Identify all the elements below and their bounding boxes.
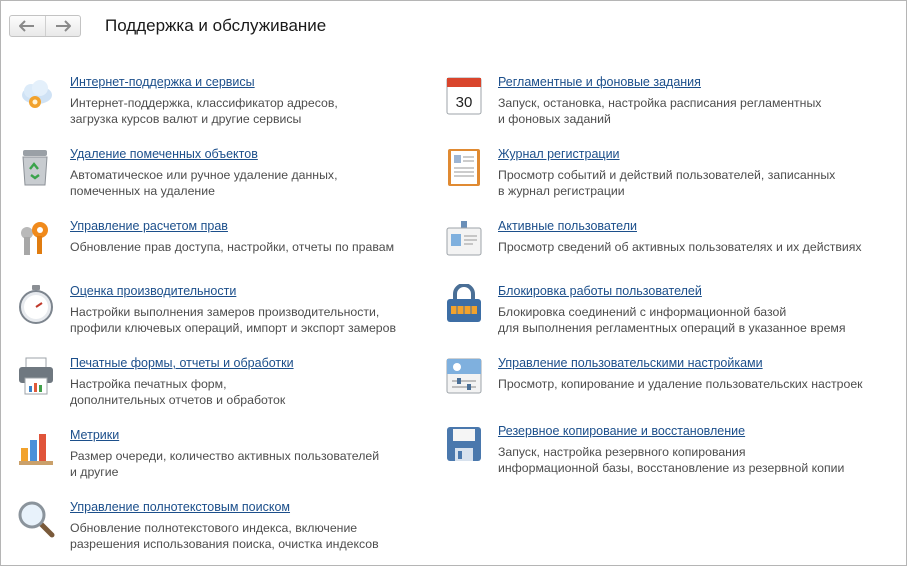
arrow-right-icon (55, 20, 71, 32)
back-button[interactable] (10, 16, 45, 36)
printer-icon (17, 356, 57, 396)
description: Автоматическое или ручное удаление данны… (70, 168, 338, 198)
user-settings-icon (445, 356, 485, 396)
link-active-users[interactable]: Активные пользователи (498, 219, 637, 233)
link-rights-calculation[interactable]: Управление расчетом прав (70, 219, 228, 233)
calendar-day: 30 (456, 94, 473, 111)
description: Запуск, остановка, настройка расписания … (498, 96, 822, 126)
page-title: Поддержка и обслуживание (105, 16, 327, 35)
link-event-log[interactable]: Журнал регистрации (498, 147, 620, 161)
description: Просмотр событий и действий пользователе… (498, 168, 836, 198)
arrow-left-icon (19, 20, 35, 32)
link-metrics[interactable]: Метрики (70, 428, 119, 442)
description: Размер очереди, количество активных поль… (70, 449, 380, 479)
recycle-bin-icon (17, 147, 57, 187)
keys-icon (17, 219, 57, 259)
description: Запуск, настройка резервного копирования… (498, 445, 845, 475)
link-delete-marked[interactable]: Удаление помеченных объектов (70, 147, 258, 161)
padlock-icon (445, 283, 485, 324)
description: Интернет-поддержка, классификатор адресо… (70, 96, 338, 126)
stopwatch-icon (17, 284, 57, 324)
forward-button[interactable] (44, 16, 81, 36)
bar-chart-icon (17, 428, 57, 468)
description: Обновление полнотекстового индекса, вклю… (70, 521, 379, 551)
description: Настройки выполнения замеров производите… (70, 305, 396, 335)
badge-icon (445, 219, 485, 259)
link-print-forms[interactable]: Печатные формы, отчеты и обработки (70, 356, 294, 370)
floppy-disk-icon (445, 424, 485, 464)
description: Просмотр сведений об активных пользовате… (498, 240, 862, 254)
journal-icon (445, 147, 485, 187)
link-fulltext-search[interactable]: Управление полнотекстовым поиском (70, 500, 290, 514)
navigation-buttons (9, 15, 81, 37)
description: Обновление прав доступа, настройки, отче… (70, 240, 395, 254)
link-scheduled-jobs[interactable]: Регламентные и фоновые задания (498, 75, 701, 89)
main-window: Поддержка и обслуживание Интернет-поддер… (0, 0, 907, 566)
link-user-settings[interactable]: Управление пользовательскими настройками (498, 356, 763, 370)
link-internet-support[interactable]: Интернет-поддержка и сервисы (70, 75, 255, 89)
link-backup[interactable]: Резервное копирование и восстановление (498, 424, 745, 438)
link-user-lock[interactable]: Блокировка работы пользователей (498, 284, 702, 298)
link-performance[interactable]: Оценка производительности (70, 284, 236, 298)
calendar-icon: 30 (445, 75, 485, 115)
description: Настройка печатных форм, дополнительных … (70, 377, 286, 407)
cloud-gear-icon (17, 75, 57, 115)
magnifier-icon (17, 500, 57, 540)
description: Блокировка соединений с информационной б… (498, 305, 846, 335)
description: Просмотр, копирование и удаление пользов… (498, 377, 863, 391)
